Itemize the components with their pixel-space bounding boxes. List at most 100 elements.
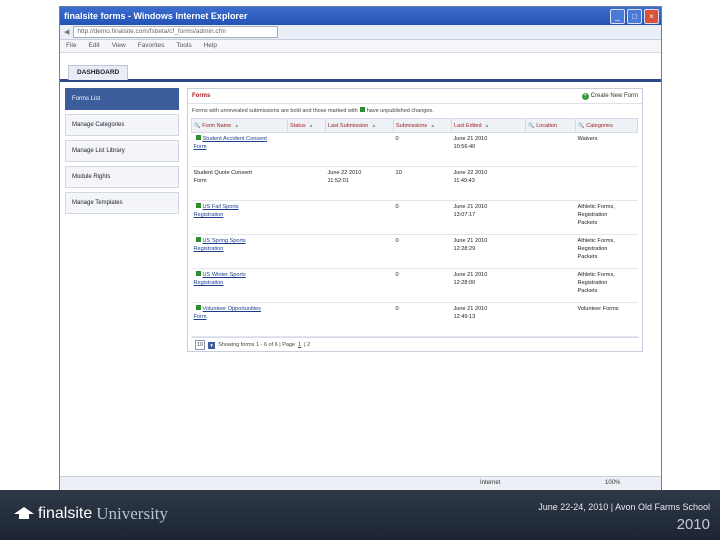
cell-last-edited: June 21 2010 13:07:17 [451, 200, 526, 235]
brand-name: finalsite [38, 505, 93, 522]
col-last-edited-label: Last Edited [454, 122, 482, 129]
panel-header: Forms + Create New Form [188, 89, 642, 104]
page-link[interactable]: 1 [298, 338, 301, 352]
col-status[interactable]: Status ▲ [287, 118, 326, 133]
cell-submissions: 0 [393, 268, 452, 303]
cell-form-name: Student Quote Consent Form [191, 166, 288, 201]
cell-status [287, 302, 326, 337]
table-row: Student Quote Consent Form June 22 2010 11:… [191, 166, 638, 201]
table-row: Student Accident Consent Form 0 June 21 201… [191, 132, 638, 167]
window-controls: _ □ × [610, 9, 659, 24]
unpublished-marker-icon [195, 237, 201, 242]
cell-form-name: Volunteer Opportunities Form [191, 302, 288, 337]
page-content: Forms List Manage Categories Manage List… [60, 82, 661, 460]
col-submissions-label: Submissions [396, 122, 428, 129]
menu-view[interactable]: View [112, 40, 126, 52]
cell-categories: Athletic Forms, Registration Packets [575, 234, 638, 269]
sidebar-item-manage-templates[interactable]: Manage Templates [65, 192, 179, 214]
sidebar-item-forms-list[interactable]: Forms List [65, 88, 179, 110]
col-location[interactable]: 🔍 Location [525, 118, 576, 133]
graduation-cap-icon [14, 507, 34, 521]
brand-suffix: University [96, 504, 169, 523]
notice-text-start: Forms with unrevealed submissions are bo… [192, 108, 358, 114]
sidebar-item-manage-list-library[interactable]: Manage List Library [65, 140, 179, 162]
cell-last-submission [325, 302, 394, 337]
pager: 10 ▼ Showing forms 1 - 6 of 6 | Page 1 |… [191, 337, 639, 352]
zoom-level[interactable]: 100% [605, 480, 620, 486]
cell-submissions: 0 [393, 200, 452, 235]
form-name-text: Student Quote Consent Form [193, 170, 252, 184]
cell-location [525, 234, 576, 269]
col-last-edited[interactable]: Last Edited ▲ [451, 118, 526, 133]
back-icon[interactable]: ◀ [64, 28, 69, 36]
cell-submissions: 0 [393, 302, 452, 337]
close-icon[interactable]: × [644, 9, 659, 24]
sidebar-item-manage-categories[interactable]: Manage Categories [65, 114, 179, 136]
form-name-link[interactable]: US Spring Sports Registration [194, 238, 246, 252]
cell-last-edited: June 21 2010 12:28:29 [451, 234, 526, 269]
cell-form-name: US Fall Sports Registration [191, 200, 288, 235]
cell-location [525, 132, 576, 167]
status-bar: Internet 100% [60, 476, 661, 491]
browser-window: finalsite forms - Windows Internet Explo… [59, 6, 662, 492]
pager-text: Showing forms 1 - 6 of 6 | Page [218, 342, 296, 348]
form-name-link[interactable]: Volunteer Opportunities Form [194, 306, 261, 320]
create-new-form-button[interactable]: + Create New Form [581, 92, 638, 100]
col-last-submission[interactable]: Last Submission ▲ [325, 118, 394, 133]
col-categories-label: Categories [586, 122, 613, 129]
col-form-name[interactable]: 🔍 Form Name ▲ [191, 118, 288, 133]
window-titlebar: finalsite forms - Windows Internet Explo… [60, 7, 661, 25]
minimize-icon[interactable]: _ [610, 9, 625, 24]
table-row: Volunteer Opportunities Form 0 June 21 2010… [191, 302, 638, 337]
form-name-link[interactable]: US Winter Sports Registration [194, 272, 246, 286]
forms-panel: Forms + Create New Form Forms with unrev… [187, 88, 643, 352]
address-input[interactable]: http://demo.finalsite.com/fsbeta/cf_form… [73, 26, 279, 38]
tab-dashboard[interactable]: DASHBOARD [68, 65, 129, 80]
menu-help[interactable]: Help [204, 40, 217, 52]
col-categories[interactable]: 🔍 Categories [575, 118, 638, 133]
unpublished-marker-icon [195, 203, 201, 208]
plus-icon: + [581, 92, 589, 100]
cell-form-name: Student Accident Consent Form [191, 132, 288, 167]
cell-form-name: US Spring Sports Registration [191, 234, 288, 269]
table-row: US Spring Sports Registration 0 June 21 201… [191, 234, 638, 269]
col-status-label: Status [290, 122, 306, 129]
cell-categories: Athletic Forms, Registration Packets [575, 268, 638, 303]
tab-row: DASHBOARD [60, 65, 661, 82]
search-icon: 🔍 [194, 122, 201, 129]
cell-location [525, 302, 576, 337]
cell-submissions: 10 [393, 166, 452, 201]
address-bar: ◀ http://demo.finalsite.com/fsbeta/cf_fo… [60, 25, 661, 40]
sort-icon: ▲ [371, 122, 377, 129]
finalsite-logo: finalsite University [14, 504, 168, 524]
create-new-form-label: Create New Form [590, 93, 638, 99]
window-title: finalsite forms - Windows Internet Explo… [64, 11, 248, 21]
cell-last-edited: June 21 2010 12:49:13 [451, 302, 526, 337]
sort-icon: ▲ [234, 122, 240, 129]
unpublished-marker-icon [195, 135, 201, 140]
maximize-icon[interactable]: □ [627, 9, 642, 24]
cell-last-edited: June 21 2010 10:56:40 [451, 132, 526, 167]
cell-location [525, 200, 576, 235]
search-icon: 🔍 [528, 122, 535, 129]
internet-zone: Internet [480, 480, 501, 486]
cell-categories: Volunteer Forms [575, 302, 638, 337]
menu-tools[interactable]: Tools [176, 40, 191, 52]
col-submissions[interactable]: Submissions ▲ [393, 118, 452, 133]
chevron-down-icon[interactable]: ▼ [208, 341, 216, 349]
menu-file[interactable]: File [66, 40, 76, 52]
per-page-select[interactable]: 10 [195, 340, 206, 350]
cell-status [287, 132, 326, 167]
forms-table: 🔍 Form Name ▲ Status ▲ Last Submission ▲ Sub… [191, 118, 638, 337]
cell-categories: Waivers [575, 132, 638, 167]
menu-favorites[interactable]: Favorites [138, 40, 165, 52]
table-row: US Fall Sports Registration 0 June 21 2010 1… [191, 200, 638, 235]
form-name-link[interactable]: Student Accident Consent Form [194, 136, 267, 150]
cell-location [525, 268, 576, 303]
table-row: US Winter Sports Registration 0 June 21 201… [191, 268, 638, 303]
menu-edit[interactable]: Edit [88, 40, 99, 52]
sidebar-item-module-rights[interactable]: Module Rights [65, 166, 179, 188]
cell-submissions: 0 [393, 132, 452, 167]
unpublished-marker-icon [359, 107, 365, 112]
presentation-footer: finalsite University June 22-24, 2010 | … [0, 490, 720, 540]
